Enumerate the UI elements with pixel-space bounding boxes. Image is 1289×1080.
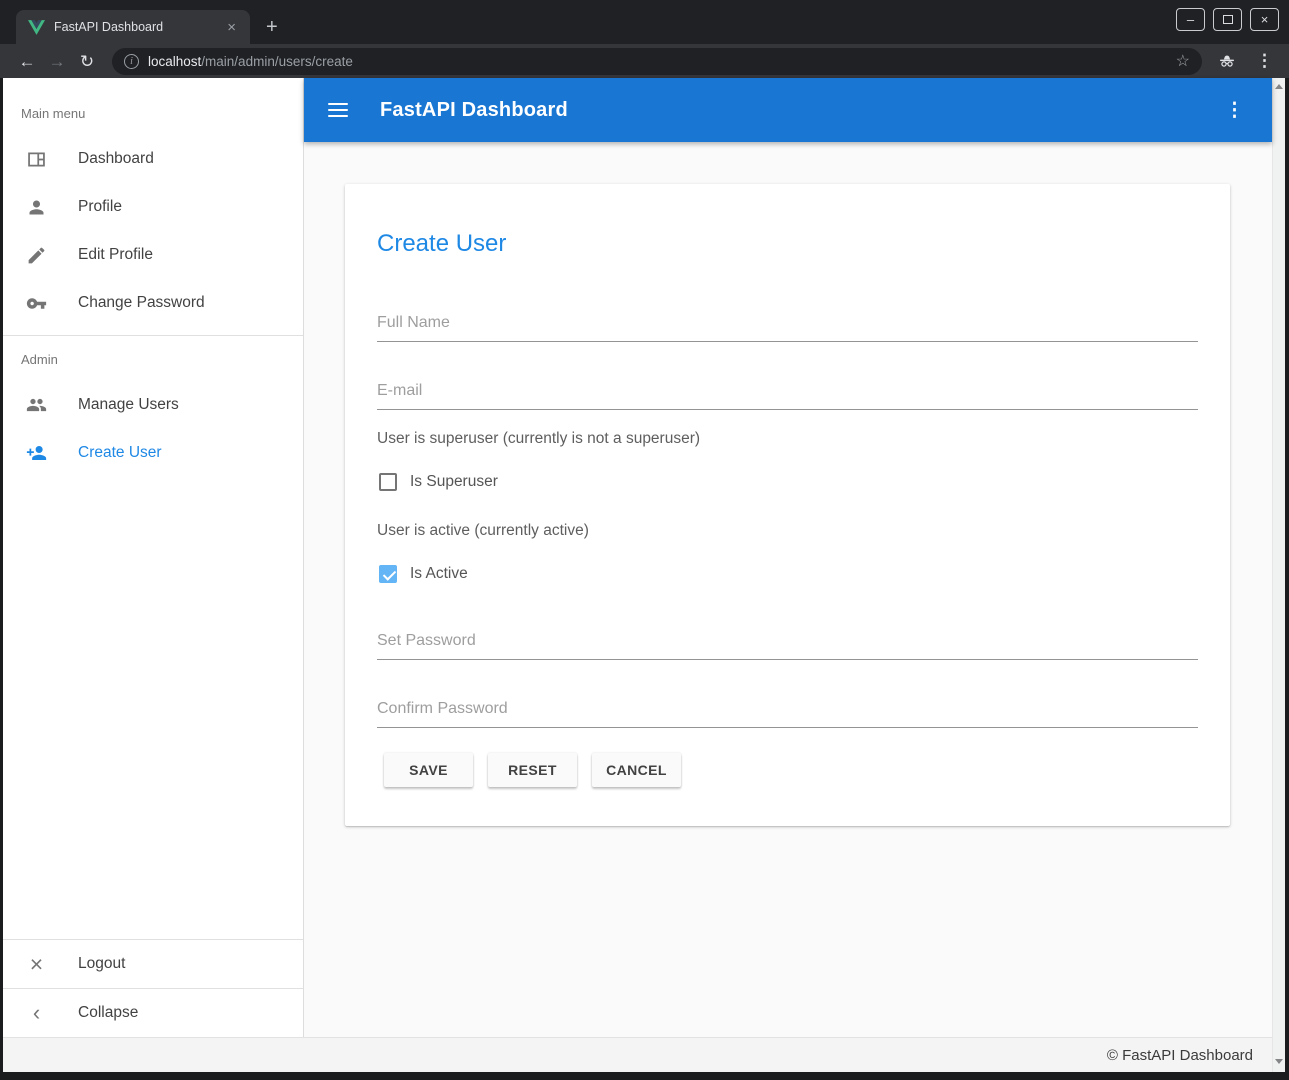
email-input[interactable] (377, 376, 1198, 410)
sidebar-item-label: Edit Profile (78, 246, 153, 264)
set-password-input[interactable] (377, 626, 1198, 660)
active-hint: User is active (currently active) (377, 522, 1198, 540)
chevron-left-icon: ‹ (26, 1003, 47, 1024)
is-active-checkbox-row: Is Active (377, 554, 1198, 594)
toolbar-right: ⋮ (1216, 51, 1277, 71)
save-button[interactable]: SAVE (384, 753, 473, 787)
sidebar-bottom: × Logout ‹ Collapse (3, 939, 303, 1037)
browser-menu-icon[interactable]: ⋮ (1252, 51, 1277, 71)
sidebar-item-edit-profile[interactable]: Edit Profile (3, 231, 303, 279)
scrollbar[interactable] (1272, 78, 1285, 1072)
browser-toolbar: ← → ↻ i localhost/main/admin/users/creat… (0, 44, 1289, 78)
hamburger-menu-icon[interactable] (328, 101, 348, 119)
is-superuser-checkbox[interactable] (379, 473, 397, 491)
maximize-icon (1223, 15, 1233, 24)
superuser-hint: User is superuser (currently is not a su… (377, 430, 1198, 448)
tab-strip: FastAPI Dashboard × + – × (0, 0, 1289, 44)
sidebar-item-label: Create User (78, 444, 162, 462)
sidebar-item-label: Profile (78, 198, 122, 216)
app-bar: FastAPI Dashboard ⋮ (304, 78, 1272, 142)
is-superuser-checkbox-row: Is Superuser (377, 462, 1198, 502)
confirm-password-input[interactable] (377, 694, 1198, 728)
is-active-checkbox[interactable] (379, 565, 397, 583)
url-path: /main/admin/users/create (201, 54, 353, 69)
sidebar-item-dashboard[interactable]: Dashboard (3, 135, 303, 183)
close-window-button[interactable]: × (1250, 8, 1279, 31)
sidebar-section-main-menu: Main menu (3, 78, 303, 135)
main-area: FastAPI Dashboard ⋮ Create User User is … (304, 78, 1272, 1037)
sidebar-section-admin: Admin (3, 336, 303, 381)
forward-button[interactable]: → (42, 53, 72, 70)
minimize-button[interactable]: – (1176, 8, 1205, 31)
content-area: Create User User is superuser (currently… (304, 142, 1272, 1037)
person-add-icon (26, 443, 47, 464)
full-name-input[interactable] (377, 308, 1198, 342)
page: Main menu Dashboard Profile (3, 78, 1285, 1072)
cancel-button[interactable]: CANCEL (592, 753, 681, 787)
tab-close-icon[interactable]: × (223, 18, 240, 37)
sidebar-item-profile[interactable]: Profile (3, 183, 303, 231)
window-controls: – × (1176, 8, 1279, 31)
collapse-button[interactable]: ‹ Collapse (3, 989, 303, 1037)
copyright-text: © FastAPI Dashboard (1107, 1047, 1253, 1064)
pencil-icon (26, 245, 47, 266)
scroll-down-icon[interactable] (1275, 1059, 1283, 1064)
page-footer: © FastAPI Dashboard (3, 1037, 1272, 1072)
is-superuser-label: Is Superuser (410, 473, 498, 491)
create-user-card: Create User User is superuser (currently… (345, 184, 1230, 826)
reset-button[interactable]: RESET (488, 753, 577, 787)
close-x-icon: × (26, 954, 47, 975)
form-buttons: SAVE RESET CANCEL (377, 753, 1198, 787)
browser-tab[interactable]: FastAPI Dashboard × (16, 10, 250, 44)
collapse-label: Collapse (78, 1004, 138, 1022)
sidebar: Main menu Dashboard Profile (3, 78, 304, 1037)
back-button[interactable]: ← (12, 53, 42, 70)
browser-window: FastAPI Dashboard × + – × ← → ↻ i localh… (0, 0, 1289, 1080)
new-tab-button[interactable]: + (266, 17, 278, 37)
people-icon (26, 395, 47, 416)
sidebar-item-manage-users[interactable]: Manage Users (3, 381, 303, 429)
vue-logo-icon (28, 20, 45, 35)
incognito-icon (1216, 51, 1238, 71)
site-info-icon[interactable]: i (124, 54, 139, 69)
key-icon (26, 293, 47, 314)
sidebar-item-create-user[interactable]: Create User (3, 429, 303, 477)
maximize-button[interactable] (1213, 8, 1242, 31)
tab-title: FastAPI Dashboard (54, 20, 214, 34)
address-bar[interactable]: i localhost/main/admin/users/create ☆ (112, 48, 1202, 75)
url-text: localhost/main/admin/users/create (148, 54, 1165, 69)
is-active-label: Is Active (410, 565, 468, 583)
sidebar-item-change-password[interactable]: Change Password (3, 279, 303, 327)
url-host: localhost (148, 54, 201, 69)
dashboard-icon (26, 149, 47, 170)
app-menu-icon[interactable]: ⋮ (1221, 99, 1248, 122)
reload-button[interactable]: ↻ (72, 53, 102, 70)
app-title: FastAPI Dashboard (380, 99, 568, 122)
sidebar-item-label: Change Password (78, 294, 205, 312)
sidebar-item-label: Dashboard (78, 150, 154, 168)
scroll-up-icon[interactable] (1275, 84, 1283, 89)
logout-label: Logout (78, 955, 125, 973)
sidebar-item-label: Manage Users (78, 396, 179, 414)
person-icon (26, 197, 47, 218)
logout-button[interactable]: × Logout (3, 940, 303, 988)
bookmark-star-icon[interactable]: ☆ (1174, 51, 1192, 71)
page-title: Create User (377, 230, 1198, 258)
